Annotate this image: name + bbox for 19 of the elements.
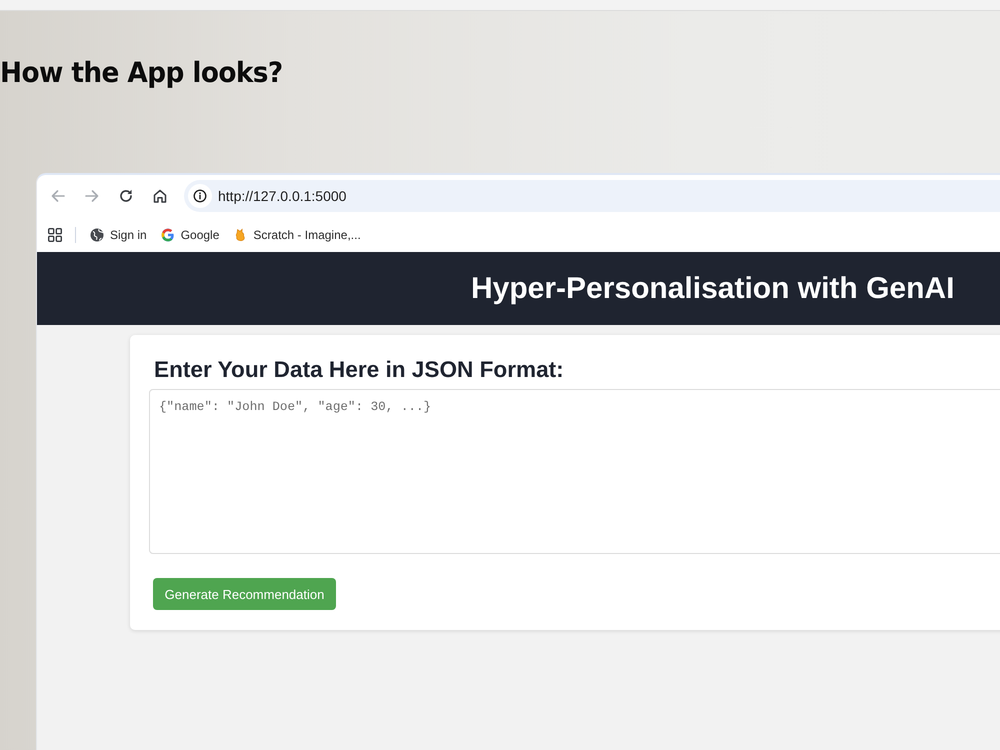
letter-g-icon [160,228,175,242]
app-title: Hyper-Personalisation with GenAI [471,272,954,306]
home-icon [152,188,168,204]
globe-icon [90,228,104,242]
bookmark-link[interactable]: Google [154,222,226,248]
info-icon [193,189,207,203]
apps-button[interactable] [47,226,63,242]
reload-icon [118,188,134,204]
bookmark-link[interactable]: Scratch - Imagine,... [227,222,367,248]
url-text: http://127.0.0.1:5000 [218,188,346,204]
json-input-field[interactable]: {"name": "John Doe", "age": 30, ...} [149,389,1000,554]
back-arrow-icon [50,188,66,204]
forward-arrow-icon [84,188,100,204]
bookmark-link[interactable]: Sign in [84,222,153,248]
address-bar[interactable]: http://127.0.0.1:5000 [184,180,1000,212]
favicon-icon [233,228,248,242]
grid-icon [48,228,62,242]
form-heading: Enter Your Data Here in JSON Format: [154,357,564,383]
slide-title: How the App looks? [0,55,283,91]
